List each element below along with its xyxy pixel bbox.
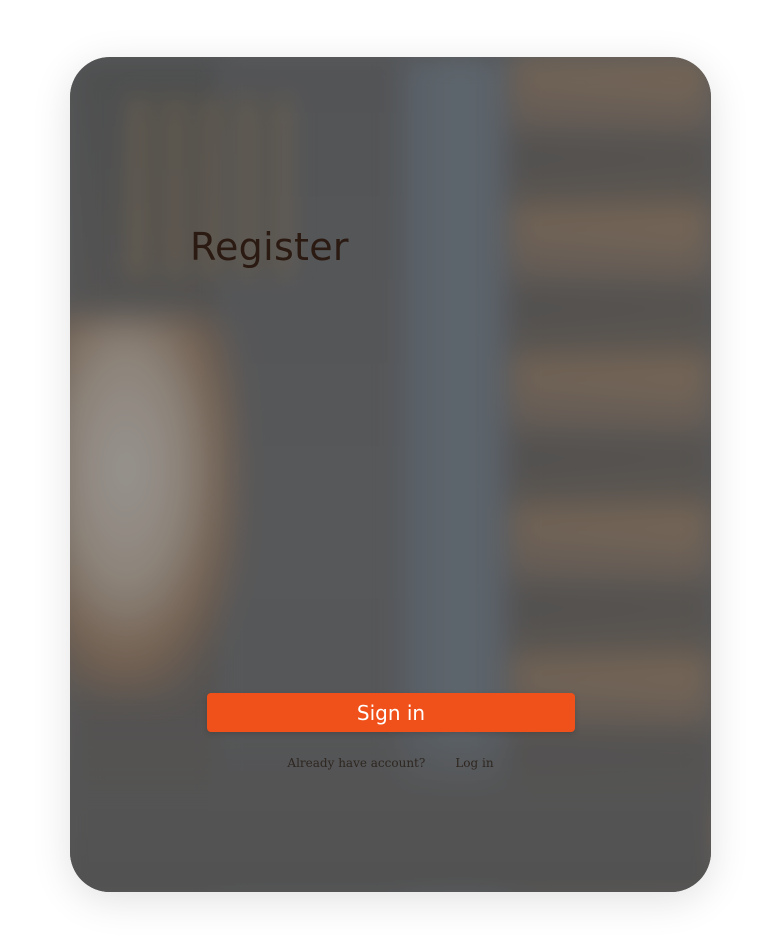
register-card: Register Sign in Already have account? L… (70, 57, 711, 892)
sign-in-button[interactable]: Sign in (207, 693, 575, 732)
login-prompt-row: Already have account? Log in (70, 756, 711, 770)
login-link[interactable]: Log in (455, 756, 493, 770)
login-prompt-text: Already have account? (287, 756, 426, 770)
page-title: Register (190, 225, 349, 269)
